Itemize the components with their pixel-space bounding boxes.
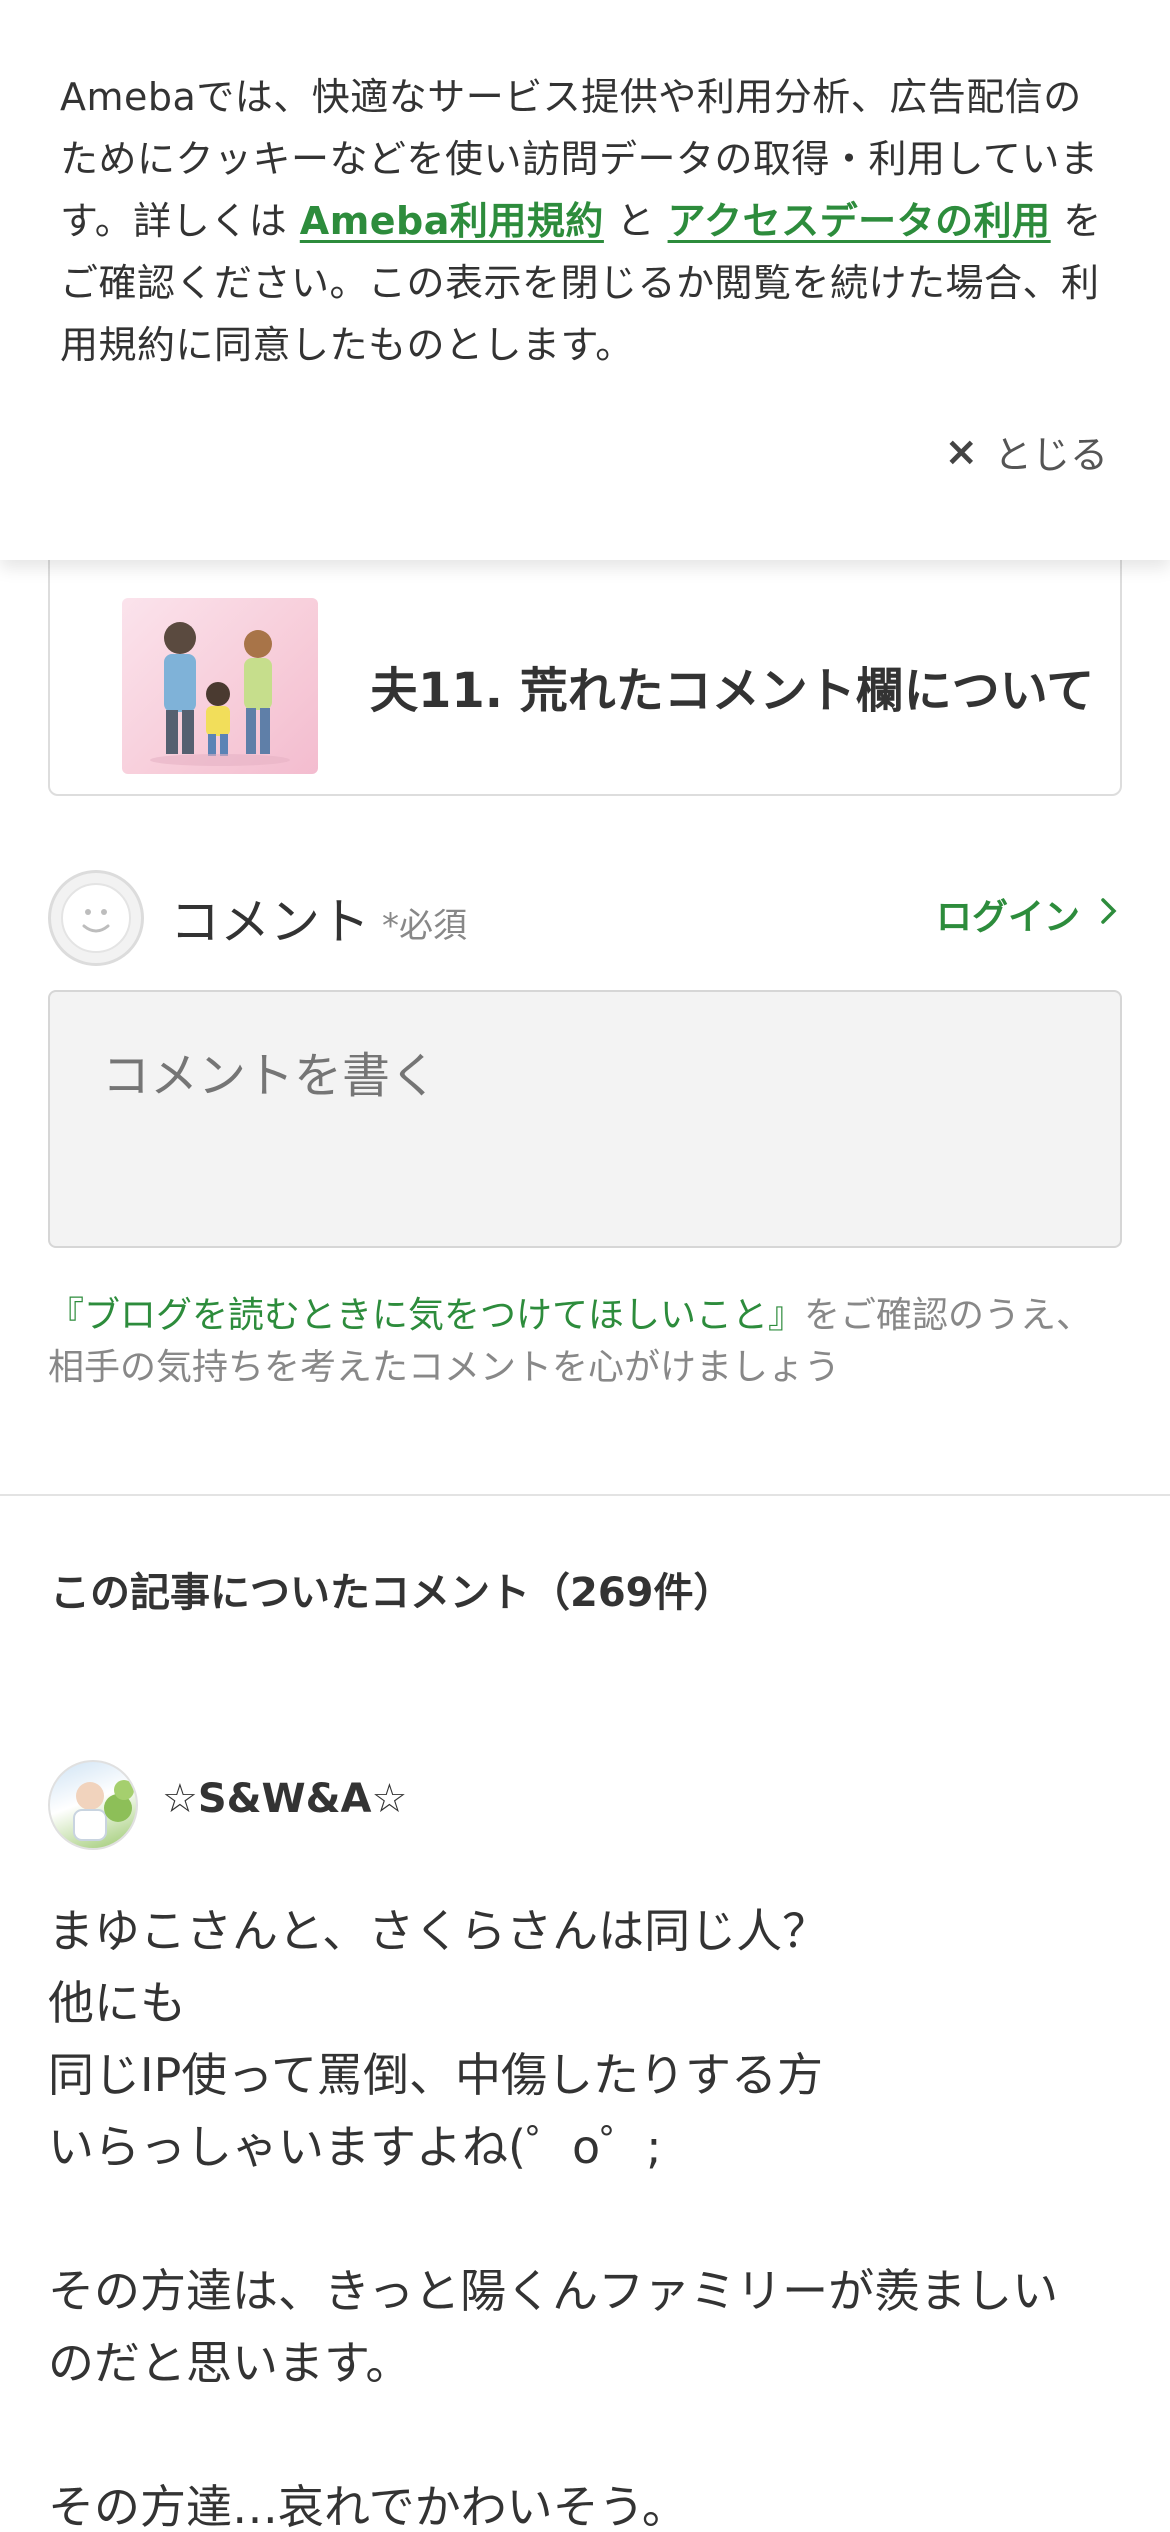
access-data-link[interactable]: アクセスデータの利用 (668, 199, 1051, 243)
comment-body: まゆこさんと、さくらさんは同じ人？ 他にも 同じIP使って罵倒、中傷したりする方… (48, 1895, 1128, 2532)
comment-line: のだと思います。 (48, 2336, 412, 2390)
login-label: ログイン (935, 897, 1080, 938)
cookie-banner: Amebaでは、快適なサービス提供や利用分析、広告配信のためにクッキーなどを使い… (0, 0, 1170, 560)
chevron-right-icon (1100, 894, 1118, 935)
guideline-link[interactable]: 『ブログを読むときに気をつけてほしいこと』 (48, 1295, 804, 1336)
comment-line: 他にも (48, 1976, 186, 2030)
section-divider (0, 1494, 1170, 1496)
cookie-text-part2: と (603, 199, 668, 243)
page: Amebaでは、快適なサービス提供や利用分析、広告配信のためにクッキーなどを使い… (0, 0, 1170, 2532)
comment-line: その方達…哀れでかわいそう。 (48, 2480, 688, 2532)
cookie-close-button[interactable]: × とじる (944, 424, 1108, 479)
cookie-close-label: とじる (993, 433, 1108, 477)
family-illustration-icon (122, 598, 318, 774)
comment-line: その方達は、きっと陽くんファミリーが羨ましい (48, 2264, 1059, 2318)
article-card-title: 夫11. 荒れたコメント欄について (370, 663, 1095, 719)
commenter-avatar[interactable] (48, 1760, 138, 1850)
comments-heading: この記事についたコメント（269件） (50, 1570, 734, 1616)
comment-input[interactable] (48, 990, 1122, 1248)
login-link[interactable]: ログイン (936, 888, 1118, 940)
comment-line: いらっしゃいますよね(゜o゜; (48, 2120, 662, 2174)
comment-author[interactable]: ☆S&W&A☆ (162, 1776, 407, 1822)
comment-line (48, 2399, 1128, 2471)
comment-guideline-notice: 『ブログを読むときに気をつけてほしいこと』をご確認のうえ、相手の気持ちを考えたコ… (48, 1290, 1128, 1394)
terms-link[interactable]: Ameba利用規約 (300, 199, 604, 243)
required-mark: *必須 (382, 906, 467, 946)
default-user-icon (48, 870, 144, 966)
close-icon: × (944, 428, 978, 475)
comment-form-label: コメント (170, 893, 370, 951)
comment-line: まゆこさんと、さくらさんは同じ人？ (48, 1904, 829, 1958)
comment-line: 同じIP使って罵倒、中傷したりする方 (48, 2048, 824, 2102)
cookie-text: Amebaでは、快適なサービス提供や利用分析、広告配信のためにクッキーなどを使い… (60, 66, 1110, 376)
comment-line (48, 2183, 1128, 2255)
